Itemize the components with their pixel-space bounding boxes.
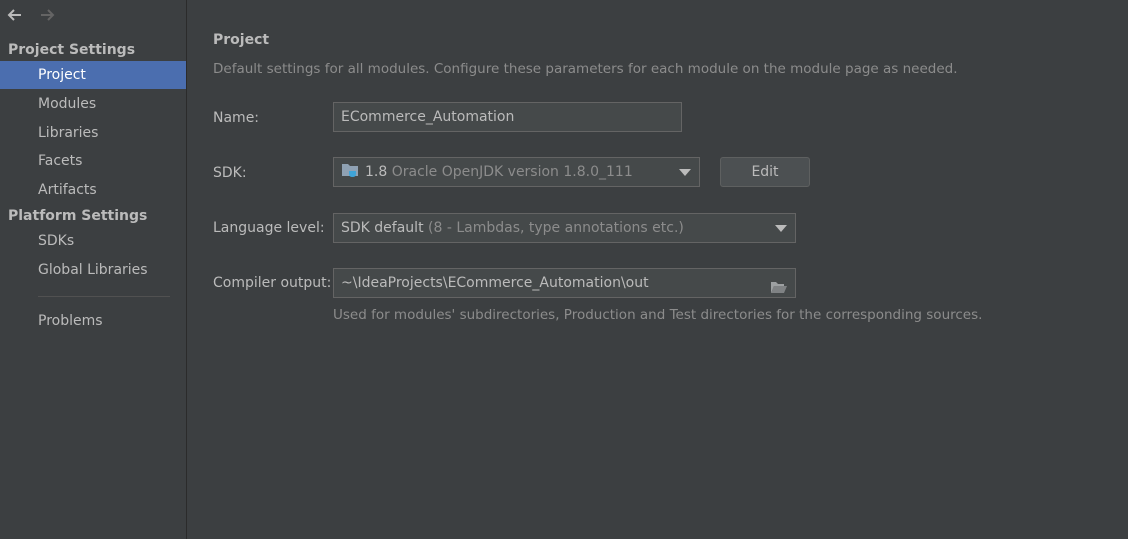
sidebar: Project Settings Project Modules Librari… [0,0,187,539]
sidebar-item-artifacts[interactable]: Artifacts [0,176,186,204]
sidebar-divider [38,296,170,297]
project-settings-header: Project Settings [8,42,136,58]
sdk-detail: Oracle OpenJDK version 1.8.0_111 [391,164,633,180]
arrow-left-icon[interactable] [4,4,26,26]
compiler-output-value: ~\IdeaProjects\ECommerce_Automation\out [341,275,649,291]
open-folder-icon[interactable] [770,276,788,293]
compiler-output-input[interactable]: ~\IdeaProjects\ECommerce_Automation\out [333,268,796,298]
sdk-select[interactable]: 1.8 Oracle OpenJDK version 1.8.0_111 [333,157,700,187]
sidebar-item-global-libraries[interactable]: Global Libraries [0,256,186,284]
sidebar-item-project[interactable]: Project [0,61,186,89]
platform-settings-header: Platform Settings [8,208,148,224]
sidebar-item-facets[interactable]: Facets [0,147,186,175]
arrow-right-icon[interactable] [36,4,58,26]
folder-cup-icon [341,161,361,179]
sdk-version: 1.8 [365,164,388,180]
language-level-label: Language level: [213,220,325,236]
language-level-select[interactable]: SDK default (8 - Lambdas, type annotatio… [333,213,796,243]
sidebar-item-libraries[interactable]: Libraries [0,119,186,147]
language-level-value: SDK default [341,220,424,236]
sidebar-item-sdks[interactable]: SDKs [0,227,186,255]
edit-sdk-button[interactable]: Edit [720,157,810,187]
project-settings-panel: Project Default settings for all modules… [187,0,1128,539]
page-description: Default settings for all modules. Config… [213,61,958,77]
chevron-down-icon [775,225,787,232]
chevron-down-icon [679,169,691,176]
name-label: Name: [213,110,260,126]
sidebar-item-modules[interactable]: Modules [0,90,186,118]
compiler-output-label: Compiler output: [213,275,332,291]
project-name-input[interactable]: ECommerce_Automation [333,102,682,132]
page-title: Project [213,32,270,48]
sdk-label: SDK: [213,165,247,181]
language-level-detail: (8 - Lambdas, type annotations etc.) [428,220,684,236]
compiler-output-hint: Used for modules' subdirectories, Produc… [333,307,983,323]
sidebar-item-problems[interactable]: Problems [0,307,186,335]
